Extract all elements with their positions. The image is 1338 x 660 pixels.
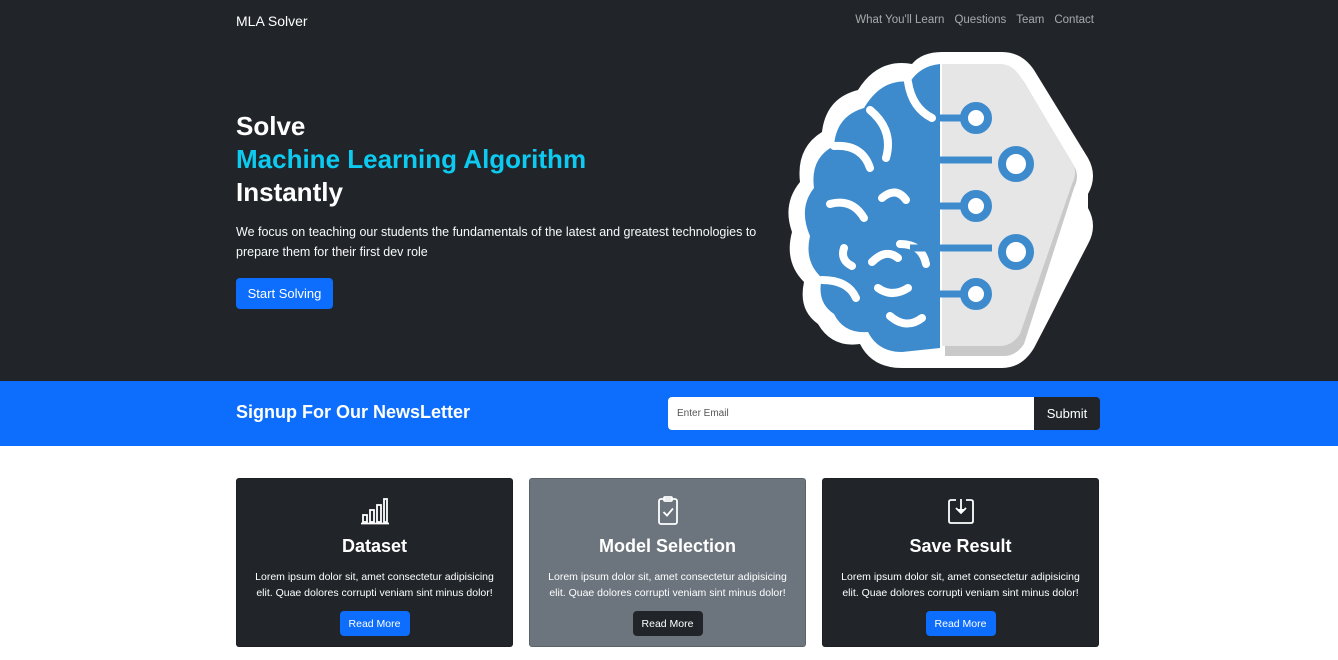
hero-title-line1: Solve [236, 111, 306, 141]
features-cards: Dataset Lorem ipsum dolor sit, amet cons… [236, 478, 1099, 647]
nav-links: What You'll Learn Questions Team Contact [855, 14, 1094, 26]
hero-description: We focus on teaching our students the fu… [236, 225, 757, 259]
card-save-result: Save Result Lorem ipsum dolor sit, amet … [822, 478, 1099, 647]
card-title: Save Result [909, 536, 1012, 556]
bar-chart-icon [360, 498, 389, 525]
read-more-button[interactable]: Read More [339, 611, 410, 636]
card-text: Lorem ipsum dolor sit, amet consectetur … [255, 571, 494, 599]
newsletter-section: Signup For Our NewsLetter Submit [0, 381, 1338, 446]
hero-title-line3: Instantly [236, 177, 343, 207]
card-text: Lorem ipsum dolor sit, amet consectetur … [841, 571, 1080, 599]
hero-section: Solve Machine Learning Algorithm Instant… [0, 42, 1338, 381]
card-model-selection: Model Selection Lorem ipsum dolor sit, a… [529, 478, 806, 647]
hero-title-highlight: Machine Learning Algorithm [236, 144, 587, 174]
start-solving-button[interactable]: Start Solving [236, 278, 333, 309]
nav-link-what-youll-learn[interactable]: What You'll Learn [855, 14, 944, 26]
newsletter-form: Submit [668, 397, 1100, 430]
newsletter-title: Signup For Our NewsLetter [236, 402, 471, 422]
brand-logo-text[interactable]: MLA Solver [236, 13, 308, 29]
nav-link-questions[interactable]: Questions [954, 14, 1006, 26]
hero-title: Solve Machine Learning Algorithm Instant… [236, 110, 586, 209]
nav-link-team[interactable]: Team [1016, 14, 1044, 26]
read-more-button[interactable]: Read More [925, 611, 996, 636]
card-text: Lorem ipsum dolor sit, amet consectetur … [548, 571, 787, 599]
brain-circuit-icon [788, 52, 1093, 368]
nav-link-contact[interactable]: Contact [1054, 14, 1094, 26]
card-dataset: Dataset Lorem ipsum dolor sit, amet cons… [236, 478, 513, 647]
navbar: MLA Solver What You'll Learn Questions T… [0, 0, 1338, 42]
read-more-button[interactable]: Read More [632, 611, 703, 636]
card-title: Dataset [341, 536, 408, 556]
email-input[interactable] [668, 397, 1034, 430]
card-title: Model Selection [598, 536, 737, 556]
download-box-icon [947, 499, 974, 524]
clipboard-check-icon [657, 496, 678, 525]
submit-button[interactable]: Submit [1034, 397, 1100, 430]
